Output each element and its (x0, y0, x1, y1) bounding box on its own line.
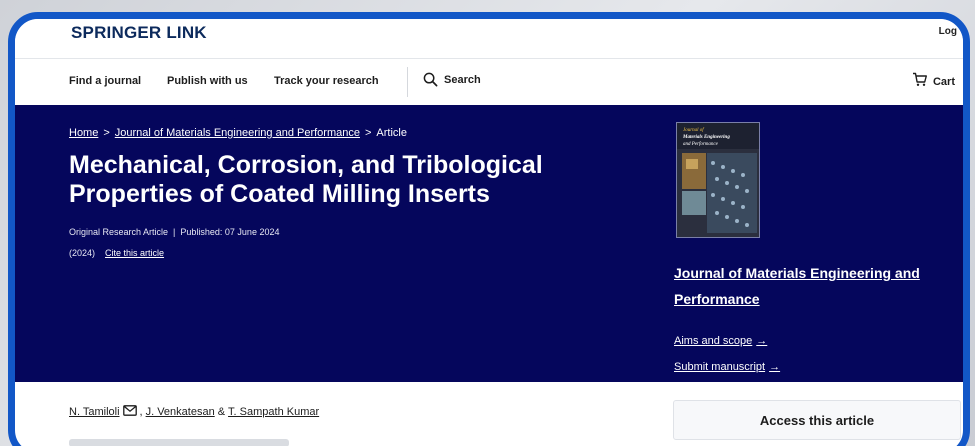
cart-button[interactable]: Cart (912, 72, 955, 92)
login-link[interactable]: Log (939, 26, 957, 37)
mail-icon[interactable] (122, 405, 137, 419)
main-nav: Find a journal Publish with us Track you… (15, 59, 963, 105)
access-article-panel: Access this article (673, 400, 961, 440)
browser-frame: SPRINGER LINK Log Find a journal Publish… (8, 12, 970, 446)
article-title: Mechanical, Corrosion, and Tribological … (69, 151, 543, 208)
springer-link-logo[interactable]: SPRINGER LINK (71, 23, 207, 43)
arrow-right-icon: → (756, 335, 768, 347)
access-article-heading: Access this article (759, 412, 875, 428)
cite-article-link[interactable]: Cite this article (105, 248, 164, 258)
published-date: Published: 07 June 2024 (180, 227, 280, 237)
search-icon (423, 72, 438, 87)
journal-name-link[interactable]: Journal of Materials Engineering and Per… (674, 260, 954, 312)
meta-separator: | (173, 227, 176, 237)
cart-icon (912, 72, 928, 92)
article-citation-row: (2024) Cite this article (69, 248, 164, 258)
blurred-content-row (69, 439, 289, 446)
cover-title-line2: Materials Engineering (682, 135, 730, 140)
author-list: N. Tamiloli , J. Venkatesan & T. Sampath… (69, 405, 319, 419)
cover-title-line3: and Performance (683, 142, 719, 147)
nav-divider (407, 67, 408, 97)
author-link[interactable]: T. Sampath Kumar (228, 406, 319, 418)
aims-scope-link[interactable]: Aims and scope → (674, 335, 767, 347)
breadcrumb-separator: > (364, 127, 372, 139)
author-link[interactable]: J. Venkatesan (146, 406, 215, 418)
breadcrumb-current: Article (376, 127, 407, 139)
nav-publish-with-us[interactable]: Publish with us (167, 75, 248, 87)
cover-title-line1: Journal of (683, 128, 704, 133)
nav-track-research[interactable]: Track your research (274, 75, 379, 87)
author-link[interactable]: N. Tamiloli (69, 406, 120, 418)
brand-bar: SPRINGER LINK Log (15, 19, 963, 59)
article-meta: Original Research Article | Published: 0… (69, 227, 279, 237)
search-button[interactable]: Search (423, 72, 481, 87)
submit-manuscript-link[interactable]: Submit manuscript → (674, 361, 780, 373)
article-type: Original Research Article (69, 227, 169, 237)
breadcrumb-separator: > (103, 127, 110, 139)
aims-scope-label: Aims and scope (674, 335, 753, 347)
breadcrumb-home[interactable]: Home (69, 127, 98, 139)
article-hero: Home > Journal of Materials Engineering … (15, 105, 963, 382)
journal-cover-image[interactable]: Journal of Materials Engineering and Per… (676, 122, 760, 238)
article-year: (2024) (69, 248, 96, 258)
nav-find-journal[interactable]: Find a journal (69, 75, 141, 87)
search-label: Search (444, 73, 481, 86)
arrow-right-icon: → (769, 361, 781, 373)
author-connector: & (217, 406, 226, 418)
cart-label: Cart (932, 76, 955, 88)
author-separator: , (139, 406, 143, 418)
breadcrumb-journal[interactable]: Journal of Materials Engineering and Per… (115, 127, 360, 139)
submit-manuscript-label: Submit manuscript (674, 361, 766, 373)
breadcrumb: Home > Journal of Materials Engineering … (69, 127, 407, 139)
